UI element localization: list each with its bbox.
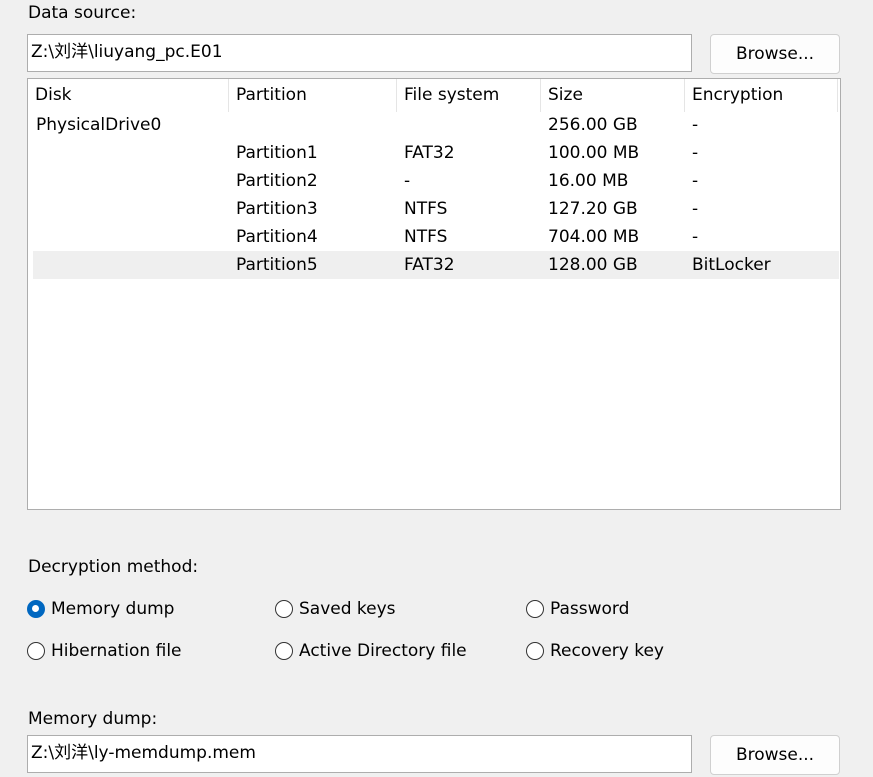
radio-unchecked-icon[interactable] <box>526 642 544 660</box>
cell-size: 256.00 GB <box>548 115 638 135</box>
data-source-label: Data source: <box>28 3 137 23</box>
radio-memory-dump[interactable]: Memory dump <box>27 597 174 621</box>
table-row-selected[interactable]: Partition5 FAT32 128.00 GB BitLocker <box>33 251 839 279</box>
radio-label: Hibernation file <box>51 641 182 661</box>
radio-unchecked-icon[interactable] <box>275 600 293 618</box>
cell-encryption: - <box>692 227 699 247</box>
memory-dump-field[interactable] <box>27 735 692 773</box>
table-row[interactable]: Partition2 - 16.00 MB - <box>33 167 839 195</box>
cell-file-system: FAT32 <box>404 143 455 163</box>
cell-encryption: - <box>692 143 699 163</box>
radio-unchecked-icon[interactable] <box>526 600 544 618</box>
cell-partition: Partition1 <box>236 143 318 163</box>
radio-label: Memory dump <box>51 599 175 619</box>
cell-encryption: BitLocker <box>692 255 771 275</box>
column-header-encryption[interactable]: Encryption <box>685 79 838 112</box>
cell-partition: Partition2 <box>236 171 318 191</box>
column-header-file-system[interactable]: File system <box>397 79 541 112</box>
radio-unchecked-icon[interactable] <box>275 642 293 660</box>
data-source-input[interactable] <box>28 35 691 71</box>
radio-label: Recovery key <box>550 641 664 661</box>
radio-label: Active Directory file <box>299 641 467 661</box>
memory-dump-label: Memory dump: <box>28 709 158 729</box>
cell-size: 127.20 GB <box>548 199 638 219</box>
radio-unchecked-icon[interactable] <box>27 642 45 660</box>
table-row[interactable]: Partition1 FAT32 100.00 MB - <box>33 139 839 167</box>
table-row[interactable]: PhysicalDrive0 256.00 GB - <box>33 111 839 139</box>
cell-file-system: - <box>404 171 411 191</box>
column-header-size[interactable]: Size <box>541 79 685 112</box>
column-header-disk[interactable]: Disk <box>28 79 229 112</box>
cell-size: 16.00 MB <box>548 171 629 191</box>
bitlocker-decryption-panel: Data source: Browse... Disk Partition Fi… <box>0 0 873 777</box>
cell-file-system: FAT32 <box>404 255 455 275</box>
column-header-partition[interactable]: Partition <box>229 79 397 112</box>
memory-dump-input[interactable] <box>28 736 691 772</box>
table-row[interactable]: Partition3 NTFS 127.20 GB - <box>33 195 839 223</box>
cell-file-system: NTFS <box>404 199 448 219</box>
memory-dump-browse-button[interactable]: Browse... <box>710 735 840 775</box>
cell-size: 704.00 MB <box>548 227 640 247</box>
table-row[interactable]: Partition4 NTFS 704.00 MB - <box>33 223 839 251</box>
radio-active-directory-file[interactable]: Active Directory file <box>275 639 467 663</box>
data-source-field[interactable] <box>27 34 692 72</box>
cell-partition: Partition3 <box>236 199 318 219</box>
partition-list[interactable]: Disk Partition File system Size Encrypti… <box>27 78 841 510</box>
radio-password[interactable]: Password <box>526 597 629 621</box>
cell-size: 100.00 MB <box>548 143 640 163</box>
radio-label: Password <box>550 599 630 619</box>
radio-checked-icon[interactable] <box>27 600 45 618</box>
radio-label: Saved keys <box>299 599 396 619</box>
cell-partition: Partition4 <box>236 227 318 247</box>
cell-size: 128.00 GB <box>548 255 638 275</box>
partition-rows: PhysicalDrive0 256.00 GB - Partition1 FA… <box>33 111 839 279</box>
cell-file-system: NTFS <box>404 227 448 247</box>
cell-partition: Partition5 <box>236 255 318 275</box>
radio-hibernation-file[interactable]: Hibernation file <box>27 639 182 663</box>
cell-encryption: - <box>692 115 699 135</box>
data-source-browse-button[interactable]: Browse... <box>710 34 840 74</box>
decryption-method-label: Decryption method: <box>28 557 199 577</box>
radio-recovery-key[interactable]: Recovery key <box>526 639 664 663</box>
partition-list-header: Disk Partition File system Size Encrypti… <box>28 79 840 112</box>
cell-encryption: - <box>692 171 699 191</box>
cell-disk: PhysicalDrive0 <box>36 115 162 135</box>
cell-encryption: - <box>692 199 699 219</box>
radio-saved-keys[interactable]: Saved keys <box>275 597 396 621</box>
